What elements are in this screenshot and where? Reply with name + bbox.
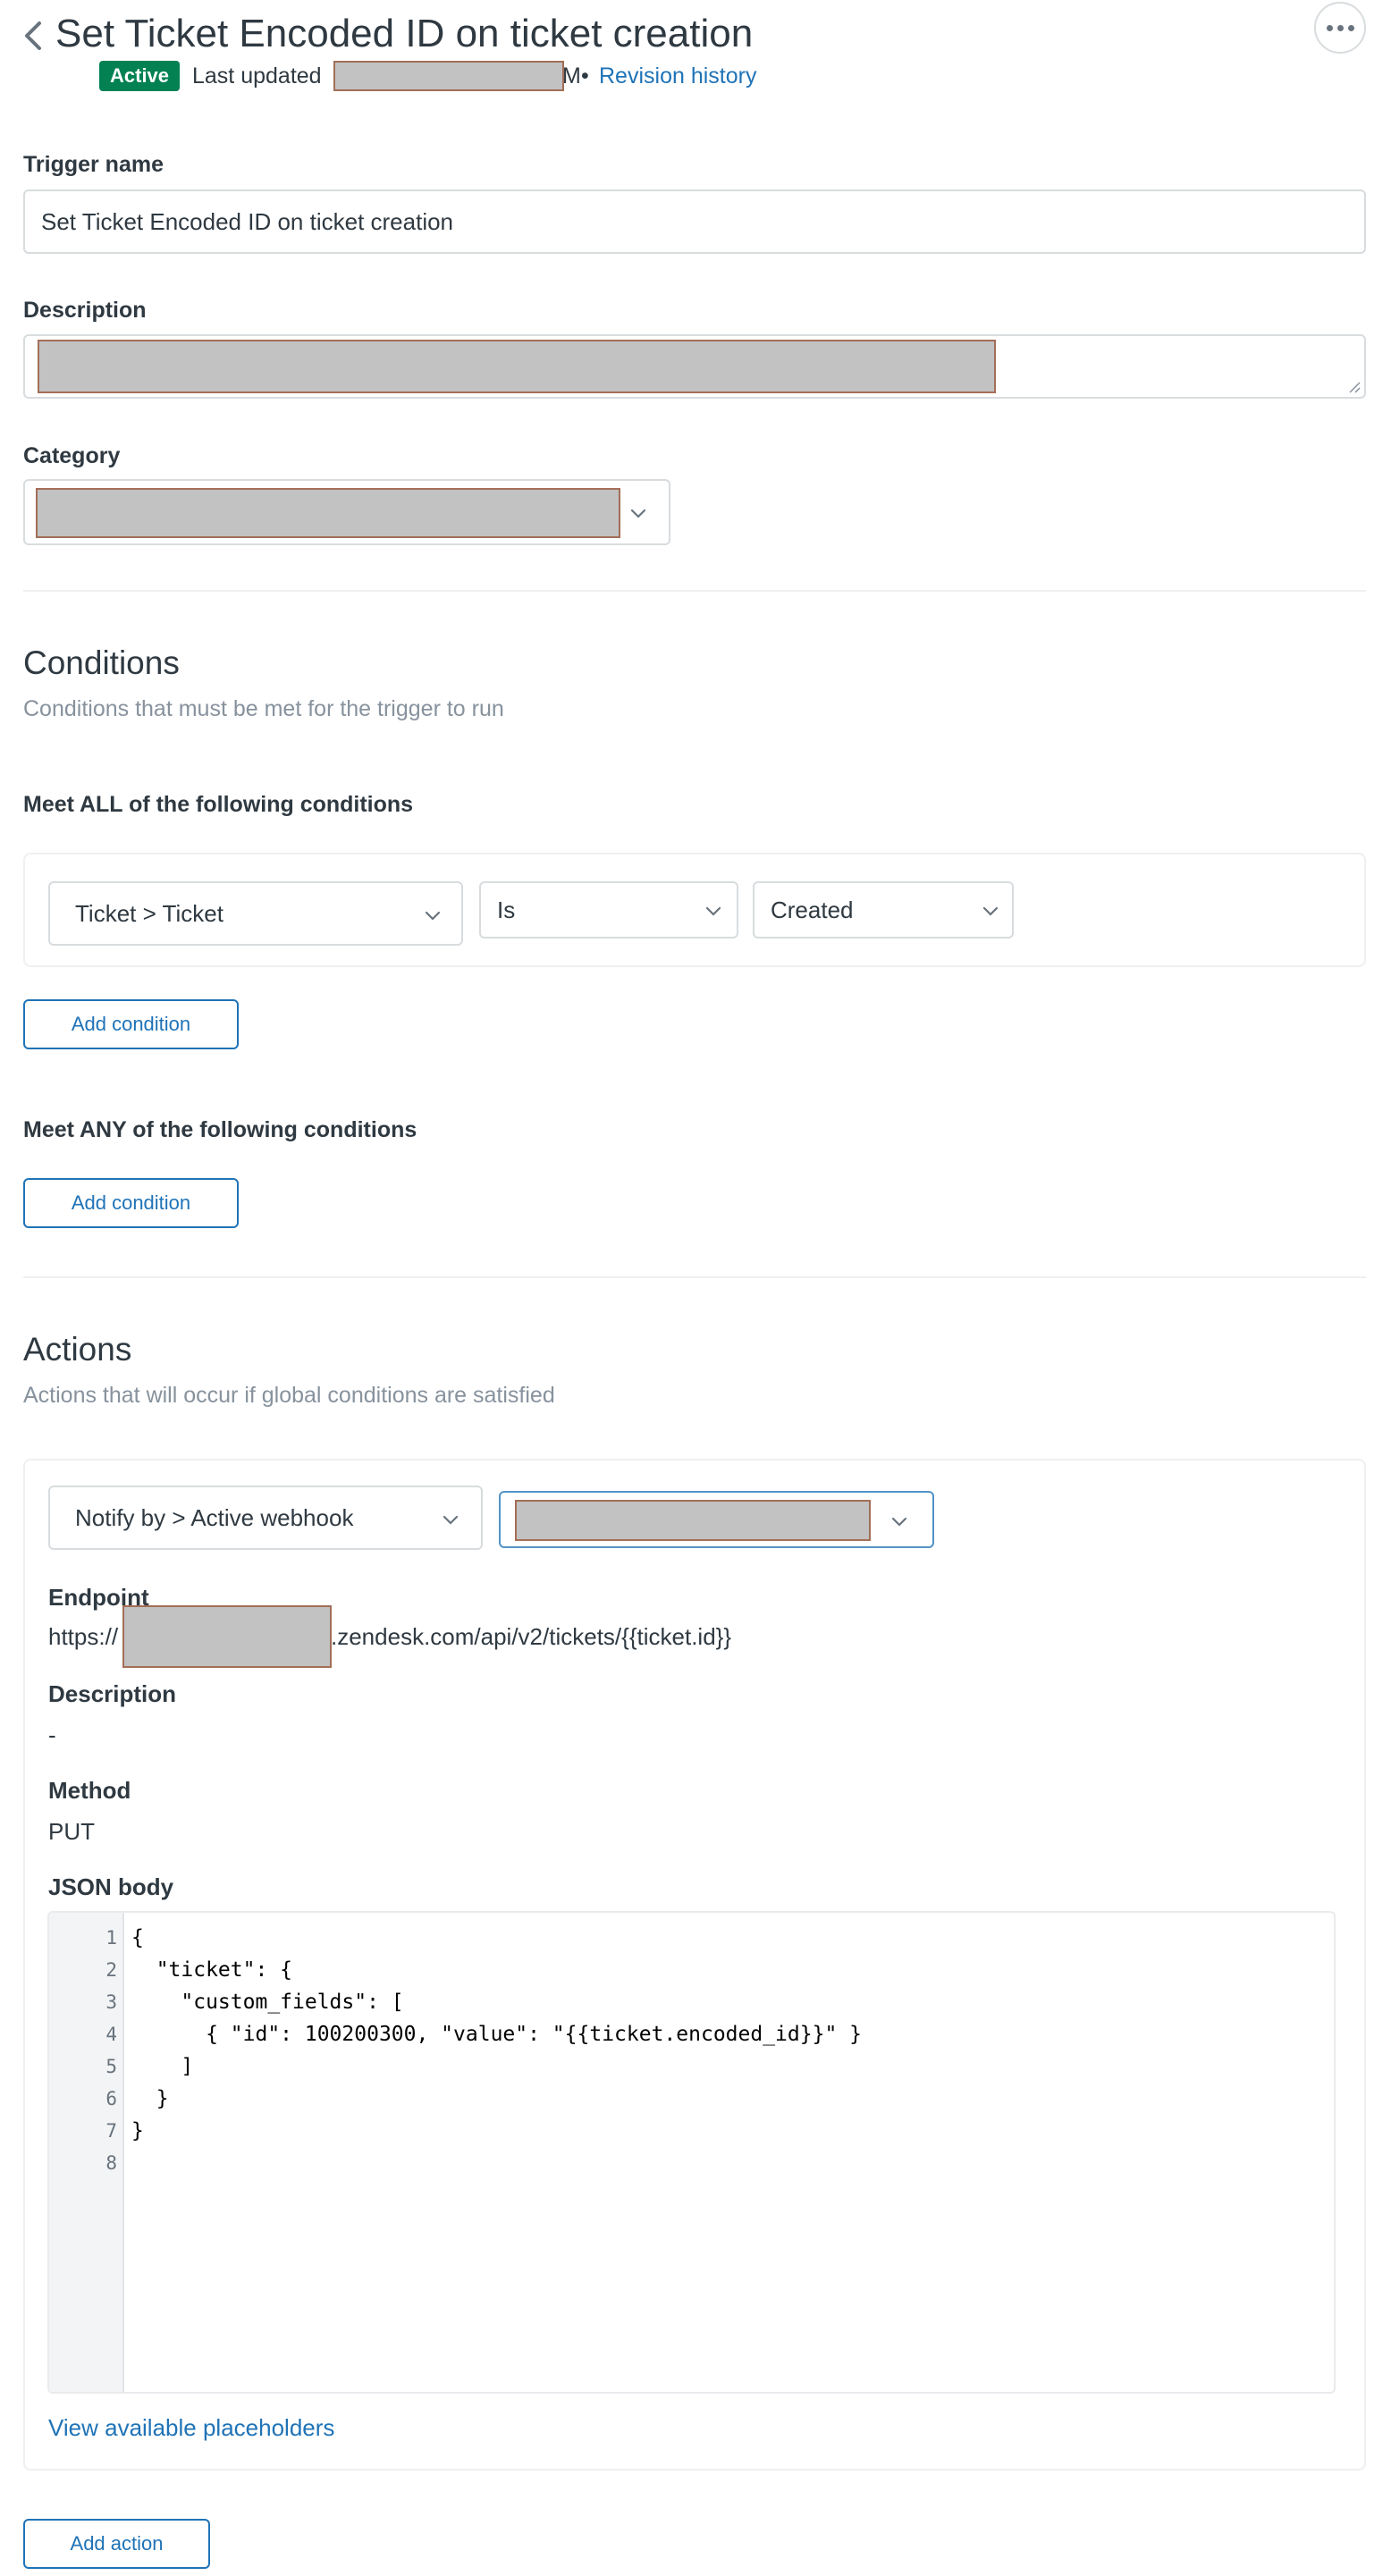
chevron-down-icon xyxy=(891,1517,907,1527)
status-badge: Active xyxy=(99,61,181,91)
condition-field-select[interactable]: Ticket > Ticket xyxy=(48,881,463,946)
add-all-condition-button[interactable]: Add condition xyxy=(23,999,239,1049)
line-number: 2 xyxy=(105,1959,117,1981)
resize-handle-icon[interactable] xyxy=(1346,379,1361,393)
category-label: Category xyxy=(23,443,121,468)
line-number: 7 xyxy=(105,2120,117,2142)
add-action-button[interactable]: Add action xyxy=(23,2519,210,2569)
chevron-down-icon xyxy=(425,911,441,921)
description-textarea[interactable] xyxy=(23,334,1366,399)
line-number: 4 xyxy=(105,2024,117,2045)
code-line: } xyxy=(131,2087,169,2110)
method-label: Method xyxy=(48,1777,131,1804)
last-updated-suffix: M xyxy=(562,63,581,88)
chevron-left-icon[interactable] xyxy=(20,20,46,52)
condition-value-select[interactable]: Created xyxy=(753,881,1014,939)
line-number: 6 xyxy=(105,2088,117,2109)
endpoint-prefix: https:// xyxy=(48,1623,119,1650)
overflow-menu-button[interactable] xyxy=(1314,2,1366,54)
action-type-value: Notify by > Active webhook xyxy=(75,1504,354,1531)
trigger-name-input[interactable]: Set Ticket Encoded ID on ticket creation xyxy=(23,189,1366,254)
endpoint-suffix: .zendesk.com/api/v2/tickets/{{ticket.id}… xyxy=(331,1623,732,1650)
code-line: ] xyxy=(131,2055,194,2078)
view-placeholders-link[interactable]: View available placeholders xyxy=(48,2412,334,2443)
code-line: "custom_fields": [ xyxy=(131,1991,404,2014)
code-line: } xyxy=(131,2119,144,2142)
condition-value-value: Created xyxy=(771,897,854,923)
redacted-description xyxy=(38,340,996,393)
separator-dot: • xyxy=(581,63,589,88)
conditions-subtitle: Conditions that must be met for the trig… xyxy=(23,696,504,721)
chevron-down-icon xyxy=(982,906,999,916)
section-divider xyxy=(23,590,1366,592)
condition-operator-select[interactable]: Is xyxy=(479,881,738,939)
line-number-gutter: 1 2 3 4 5 6 7 8 xyxy=(49,1913,124,2392)
json-body-label: JSON body xyxy=(48,1873,174,1900)
overflow-menu-icon xyxy=(1326,24,1333,31)
line-number: 1 xyxy=(105,1927,117,1949)
method-value: PUT xyxy=(48,1818,95,1845)
all-conditions-card: Ticket > Ticket Is Created xyxy=(23,853,1366,967)
last-updated-label: Last updated xyxy=(192,63,322,88)
json-body-editor[interactable]: 1 2 3 4 5 6 7 8 { "ticket": { "custom_fi… xyxy=(47,1911,1336,2394)
line-number: 5 xyxy=(105,2056,117,2077)
add-any-condition-button[interactable]: Add condition xyxy=(23,1178,239,1228)
line-number: 8 xyxy=(105,2152,117,2174)
line-number: 3 xyxy=(105,1991,117,2013)
code-line: "ticket": { xyxy=(131,1958,293,1982)
action-description-value: - xyxy=(48,1722,56,1748)
overflow-menu-icon-dot xyxy=(1347,24,1354,31)
actions-title: Actions xyxy=(23,1331,132,1368)
redacted-timestamp xyxy=(333,61,564,91)
code-line: { xyxy=(131,1926,144,1949)
chevron-down-icon xyxy=(443,1515,459,1525)
chevron-down-icon xyxy=(705,906,721,916)
description-label: Description xyxy=(23,298,147,323)
actions-subtitle: Actions that will occur if global condit… xyxy=(23,1383,555,1408)
webhook-select[interactable] xyxy=(499,1491,934,1548)
trigger-name-value: Set Ticket Encoded ID on ticket creation xyxy=(41,208,454,235)
category-select[interactable] xyxy=(23,479,670,545)
redacted-webhook xyxy=(515,1500,871,1541)
conditions-title: Conditions xyxy=(23,644,180,681)
action-description-label: Description xyxy=(48,1680,177,1707)
meet-any-heading: Meet ANY of the following conditions xyxy=(23,1117,417,1142)
redacted-category xyxy=(36,488,620,538)
trigger-name-label: Trigger name xyxy=(23,152,164,177)
meet-all-heading: Meet ALL of the following conditions xyxy=(23,792,414,817)
overflow-menu-icon-dot xyxy=(1336,24,1344,31)
revision-history-link[interactable]: Revision history xyxy=(599,61,756,91)
redacted-subdomain xyxy=(122,1605,332,1668)
chevron-down-icon xyxy=(630,509,646,518)
condition-operator-value: Is xyxy=(497,897,516,923)
page-title: Set Ticket Encoded ID on ticket creation xyxy=(55,12,754,55)
code-line: { "id": 100200300, "value": "{{ticket.en… xyxy=(131,2023,862,2046)
condition-field-value: Ticket > Ticket xyxy=(75,900,223,927)
section-divider xyxy=(23,1276,1366,1278)
action-type-select[interactable]: Notify by > Active webhook xyxy=(48,1486,483,1550)
